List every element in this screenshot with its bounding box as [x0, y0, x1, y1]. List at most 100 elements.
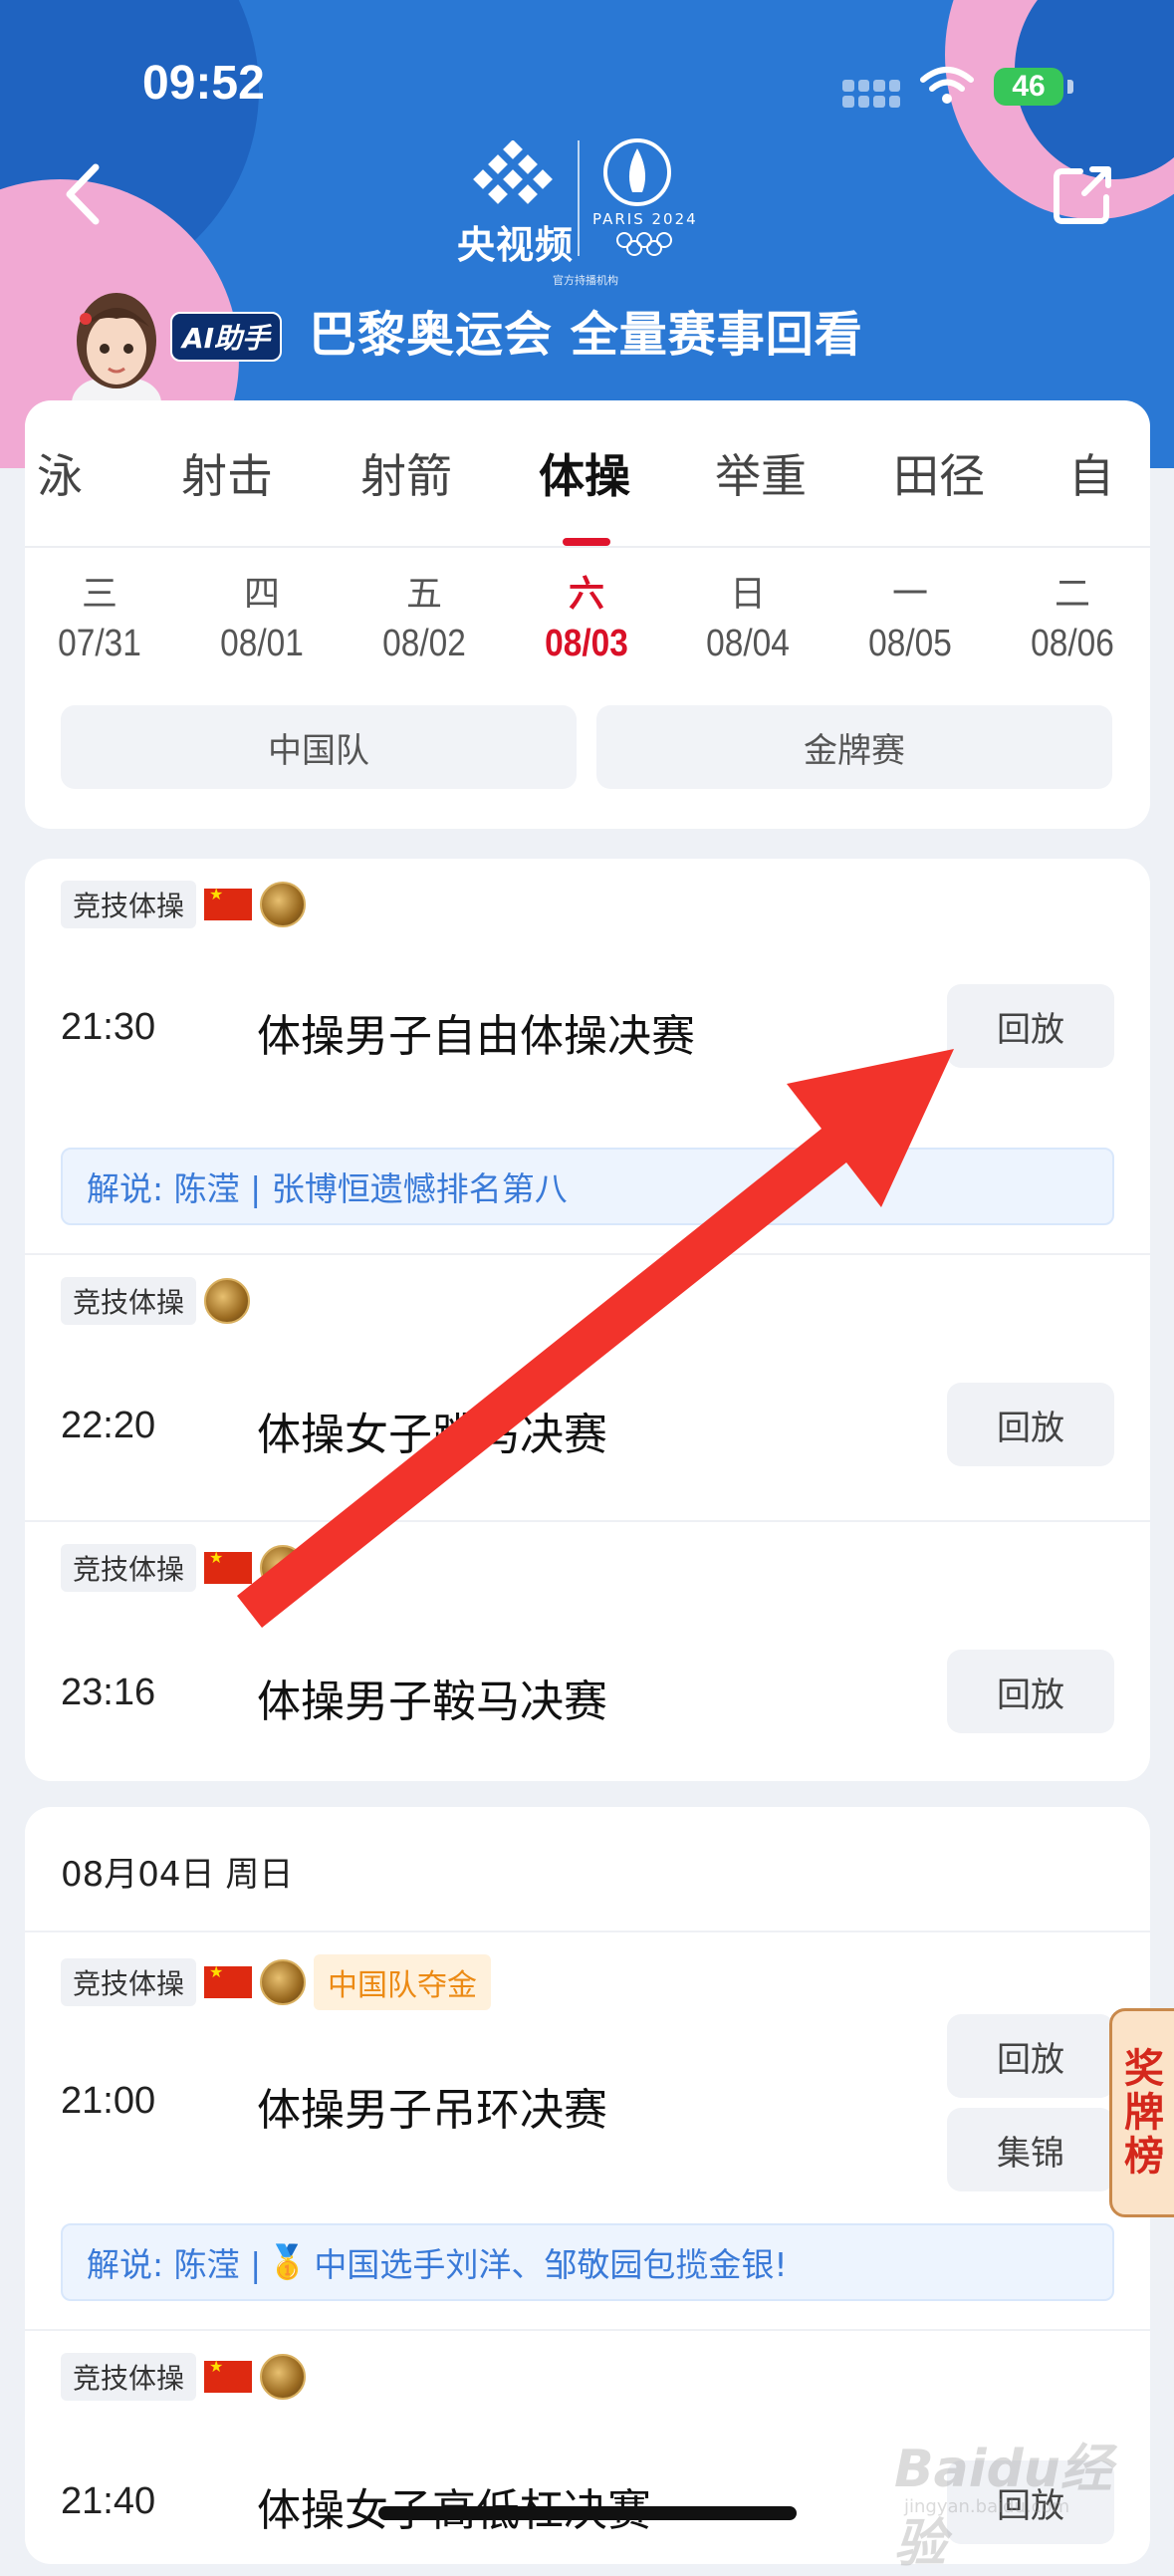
sport-tabs: 泳 射击 射箭 体操 举重 田径 自: [25, 440, 1150, 510]
battery-level: 46: [1012, 70, 1046, 103]
date-item[interactable]: 五 08/02: [354, 565, 494, 665]
weekday-label: 一: [891, 574, 928, 615]
paris-2024-emblem-icon: [603, 138, 671, 206]
filter-gold-medal-button[interactable]: 金牌赛: [596, 705, 1112, 789]
date-item-selected[interactable]: 六 08/03: [517, 565, 656, 665]
event-list-card: 竞技体操 21:30 体操男子自由体操决赛 回放 解说: 陈滢 | 张博恒遗憾排…: [25, 859, 1150, 1781]
tab-gymnastics[interactable]: 体操: [539, 440, 630, 506]
filter-china-team-button[interactable]: 中国队: [61, 705, 577, 789]
medal-icon: [260, 1959, 307, 2005]
event-time: 21:30: [61, 1006, 156, 1048]
category-tag: 竞技体操: [61, 1958, 197, 2006]
date-label: 08/04: [706, 623, 790, 664]
brand-logo: 央视频 PARIS 2024 官方持播机构: [453, 134, 712, 294]
tab-weightlifting[interactable]: 举重: [715, 440, 807, 506]
event-name[interactable]: 体操女子跳马决赛: [257, 1399, 607, 1462]
china-flag-icon: [204, 1962, 253, 1998]
event-item: 竞技体操 22:20 体操女子跳马决赛 回放: [25, 1255, 1150, 1522]
event-item: 竞技体操 23:16 体操男子鞍马决赛 回放: [25, 1522, 1150, 1781]
date-item[interactable]: 四 08/01: [192, 565, 332, 665]
tab-athletics[interactable]: 田径: [893, 440, 985, 506]
wifi-icon: [920, 67, 974, 104]
gold-medal-icon: 🥇: [267, 2242, 309, 2281]
category-tag: 竞技体操: [61, 881, 197, 928]
china-flag-icon: [204, 2357, 253, 2393]
tab-shooting[interactable]: 射击: [181, 440, 273, 506]
baidu-watermark: Baidu经验 jingyan.baidu.com: [894, 2427, 1143, 2574]
date-selector: 三 07/31 四 08/01 五 08/02 六 08/03 日 08/04 一 08/0…: [25, 565, 1150, 684]
home-indicator[interactable]: [378, 2506, 797, 2520]
logo-divider: [578, 140, 580, 256]
date-label: 08/06: [1031, 623, 1114, 664]
watermark-url: jingyan.baidu.com: [904, 2496, 1070, 2517]
event-tags: 竞技体操: [61, 2353, 307, 2401]
medal-table-tab[interactable]: 奖 牌 榜: [1109, 2008, 1174, 2217]
day-section-header: 08月04日 周日: [25, 1807, 1150, 1932]
divider: [25, 546, 1150, 548]
olympic-rings-icon: [616, 232, 672, 256]
header-banner: 09:52 46 央视频 PARIS 2024 官方持播机构 AI助手 巴黎奥运…: [0, 0, 1174, 468]
back-arrow-icon[interactable]: [60, 159, 110, 229]
replay-button[interactable]: 回放: [947, 1650, 1114, 1733]
date-item[interactable]: 一 08/05: [840, 565, 980, 665]
share-icon[interactable]: [1051, 161, 1116, 227]
medal-tab-char: 奖: [1124, 2046, 1164, 2092]
event-name[interactable]: 体操男子自由体操决赛: [257, 1000, 695, 1064]
event-time: 21:00: [61, 2080, 156, 2122]
event-tags: 竞技体操: [61, 1277, 251, 1325]
replay-button[interactable]: 回放: [947, 2014, 1114, 2098]
broadcaster-subtitle: 官方持播机构: [553, 274, 618, 287]
date-label: 08/05: [868, 623, 952, 664]
event-name[interactable]: 体操男子吊环决赛: [257, 2074, 607, 2138]
date-label: 07/31: [58, 623, 141, 664]
tab-next-sport[interactable]: 自: [1068, 440, 1114, 506]
event-time: 21:40: [61, 2480, 156, 2522]
brand-name: 央视频: [457, 223, 575, 267]
replay-button[interactable]: 回放: [947, 1383, 1114, 1466]
event-tags: 竞技体操: [61, 881, 307, 928]
weekday-label: 四: [243, 574, 280, 615]
event-tags: 竞技体操: [61, 1544, 307, 1592]
medal-icon: [260, 1545, 307, 1591]
highlights-button[interactable]: 集锦: [947, 2108, 1114, 2191]
commentary-note[interactable]: 解说: 陈滢 | 🥇 中国选手刘洋、邹敬园包揽金银!: [61, 2223, 1114, 2301]
filter-panel: 泳 射击 射箭 体操 举重 田径 自 三 07/31 四 08/01 五 08/02 …: [25, 400, 1150, 829]
category-tag: 竞技体操: [61, 1277, 197, 1325]
date-item[interactable]: 日 08/04: [678, 565, 818, 665]
weekday-label: 二: [1054, 574, 1090, 615]
commentary-note[interactable]: 解说: 陈滢 | 张博恒遗憾排名第八: [61, 1148, 1114, 1225]
china-flag-icon: [204, 1548, 253, 1584]
ai-assistant-avatar[interactable]: [62, 279, 171, 418]
ai-assistant-badge[interactable]: AI助手: [170, 312, 282, 362]
medal-tab-char: 榜: [1124, 2134, 1164, 2180]
gold-win-badge: 中国队夺金: [314, 1954, 492, 2010]
weekday-label: 三: [81, 574, 117, 615]
status-time: 09:52: [142, 57, 265, 110]
weekday-label: 日: [729, 574, 766, 615]
date-label: 08/02: [382, 623, 466, 664]
tab-swimming[interactable]: 泳: [37, 440, 83, 506]
category-tag: 竞技体操: [61, 2353, 197, 2401]
cellular-signal-icon: [842, 80, 900, 108]
event-time: 22:20: [61, 1405, 156, 1446]
weekday-label: 六: [568, 574, 604, 615]
date-item[interactable]: 三 07/31: [30, 565, 169, 665]
china-flag-icon: [204, 885, 253, 920]
tab-archery[interactable]: 射箭: [360, 440, 452, 506]
medal-tab-char: 牌: [1124, 2090, 1164, 2136]
event-name[interactable]: 体操男子鞍马决赛: [257, 1666, 607, 1729]
date-item[interactable]: 二 08/06: [1003, 565, 1142, 665]
event-item: 竞技体操 中国队夺金 21:00 体操男子吊环决赛 回放 集锦 解说: 陈滢 |…: [25, 1932, 1150, 2331]
medal-icon: [260, 882, 307, 927]
active-tab-indicator: [563, 538, 610, 546]
replay-button[interactable]: 回放: [947, 984, 1114, 1068]
banner-title: 巴黎奥运会 全量赛事回看: [309, 307, 863, 363]
cctv-video-logo-icon: [473, 140, 553, 204]
medal-icon: [204, 1278, 251, 1324]
medal-icon: [260, 2354, 307, 2400]
commentary-text: 中国选手刘洋、邹敬园包揽金银!: [314, 2245, 788, 2284]
weekday-label: 五: [405, 574, 442, 615]
event-item: 竞技体操 21:30 体操男子自由体操决赛 回放 解说: 陈滢 | 张博恒遗憾排…: [25, 859, 1150, 1255]
date-label: 08/03: [545, 623, 628, 664]
event-time: 23:16: [61, 1672, 156, 1713]
